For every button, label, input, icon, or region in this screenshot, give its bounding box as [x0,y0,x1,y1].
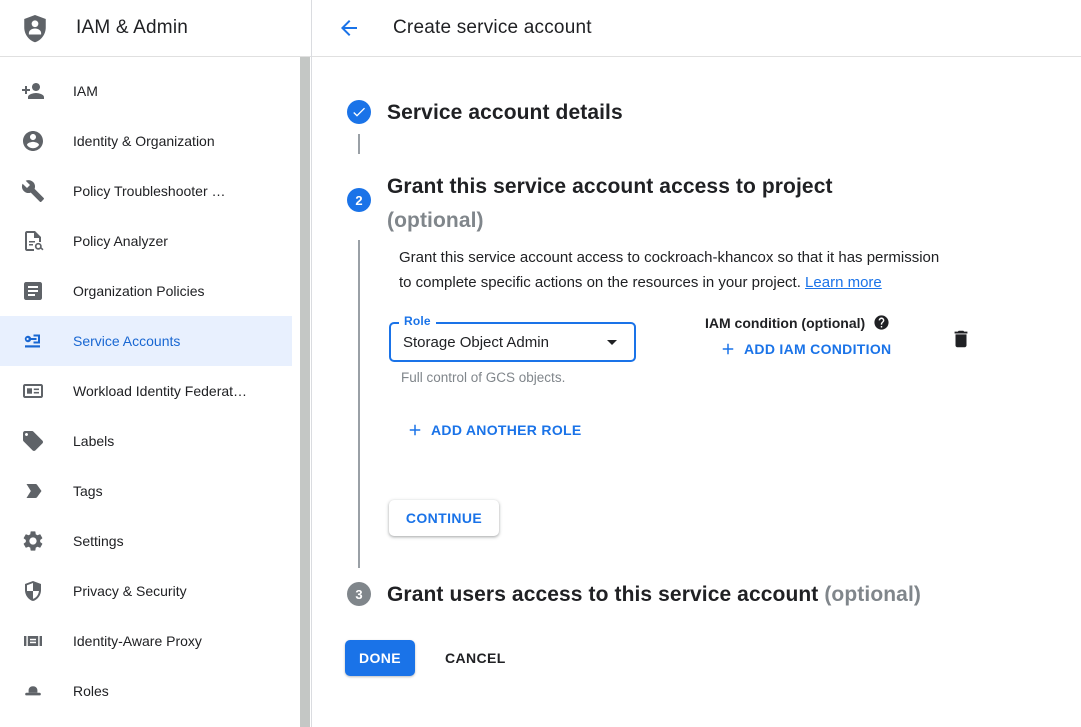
iam-condition-label: IAM condition (optional) [705,315,865,331]
label-icon [21,429,45,453]
sidebar-item-label: IAM [73,83,98,99]
chevron-down-icon [600,330,624,354]
workload-identity-icon [21,379,45,403]
step-connector [358,134,360,154]
sidebar-item-label: Policy Troubleshooter … [73,183,226,199]
sidebar-item-labels[interactable]: Labels [0,416,292,466]
step1-title[interactable]: Service account details [387,101,623,125]
step3-title-text: Grant users access to this service accou… [387,583,818,606]
sidebar-item-policy-troubleshooter[interactable]: Policy Troubleshooter … [0,166,292,216]
sidebar-item-roles[interactable]: Roles [0,666,292,716]
sidebar-item-label: Labels [73,433,114,449]
step2-title-text: Grant this service account access to pro… [387,175,833,198]
sidebar-item-label: Workload Identity Federat… [73,383,247,399]
step-connector [358,240,360,568]
sidebar-item-label: Settings [73,533,124,549]
back-arrow-icon[interactable] [337,16,361,40]
step3-number-badge: 3 [347,582,371,606]
sidebar-item-identity-aware-proxy[interactable]: Identity-Aware Proxy [0,616,292,666]
sidebar-item-privacy-security[interactable]: Privacy & Security [0,566,292,616]
header-divider [0,56,1081,57]
sidebar-item-service-accounts[interactable]: Service Accounts [0,316,292,366]
step3-title[interactable]: Grant users access to this service accou… [387,583,921,607]
sidebar-item-label: Roles [73,683,109,699]
sidebar-divider [311,0,312,727]
sidebar-item-tags[interactable]: Tags [0,466,292,516]
hat-icon [21,679,45,703]
sidebar-item-label: Policy Analyzer [73,233,168,249]
learn-more-link[interactable]: Learn more [805,274,882,291]
main-content: Service account details 2 Grant this ser… [312,56,1081,727]
step2-optional-label: (optional) [387,209,484,232]
sidebar-item-iam[interactable]: IAM [0,66,292,116]
done-button[interactable]: DONE [345,640,415,676]
step2-description: Grant this service account access to coc… [399,245,939,295]
tag-icon [21,479,45,503]
sidebar-item-label: Identity & Organization [73,133,215,149]
app-title: IAM & Admin [76,17,188,39]
delete-role-button[interactable] [948,326,974,352]
continue-button[interactable]: CONTINUE [389,500,499,536]
proxy-icon [21,629,45,653]
step2-title: Grant this service account access to pro… [387,170,833,238]
sidebar-scrollbar[interactable] [300,57,310,727]
gear-icon [21,529,45,553]
sidebar-item-organization-policies[interactable]: Organization Policies [0,266,292,316]
add-another-role-button[interactable]: ADD ANOTHER ROLE [406,421,582,439]
page-title: Create service account [393,17,592,39]
sidebar-item-policy-analyzer[interactable]: Policy Analyzer [0,216,292,266]
page-header: Create service account [312,0,1081,56]
sidebar-nav: IAM Identity & Organization Policy Troub… [0,57,292,727]
step1-complete-check-icon[interactable] [347,100,371,124]
sidebar-item-label: Tags [73,483,103,499]
policy-analyzer-icon [21,229,45,253]
step3-optional-label: (optional) [824,583,921,606]
shield-half-icon [21,579,45,603]
help-icon[interactable] [873,314,890,331]
identity-person-icon [21,129,45,153]
sidebar-item-label: Identity-Aware Proxy [73,633,202,649]
sidebar-item-identity-organization[interactable]: Identity & Organization [0,116,292,166]
step2-number-badge: 2 [347,188,371,212]
product-header: IAM & Admin [0,0,311,56]
trash-icon [950,328,972,350]
wrench-icon [21,179,45,203]
role-select[interactable]: Storage Object Admin [389,322,636,362]
app-root: IAM & Admin Create service account IAM I… [0,0,1081,727]
iam-condition-header: IAM condition (optional) [705,314,890,331]
role-helper-text: Full control of GCS objects. [401,370,565,385]
role-field-label: Role [399,314,436,328]
iam-shield-logo-icon [20,13,50,43]
sidebar-item-workload-identity-federation[interactable]: Workload Identity Federat… [0,366,292,416]
sidebar-item-label: Organization Policies [73,283,205,299]
org-policies-icon [21,279,45,303]
plus-icon [719,340,737,358]
sidebar-item-label: Privacy & Security [73,583,187,599]
service-accounts-icon [21,329,45,353]
sidebar-item-label: Service Accounts [73,333,180,349]
person-add-icon [21,79,45,103]
add-iam-condition-button[interactable]: ADD IAM CONDITION [719,340,891,358]
role-selected-value: Storage Object Admin [403,334,549,351]
plus-icon [406,421,424,439]
cancel-button[interactable]: CANCEL [429,640,522,676]
sidebar-item-settings[interactable]: Settings [0,516,292,566]
